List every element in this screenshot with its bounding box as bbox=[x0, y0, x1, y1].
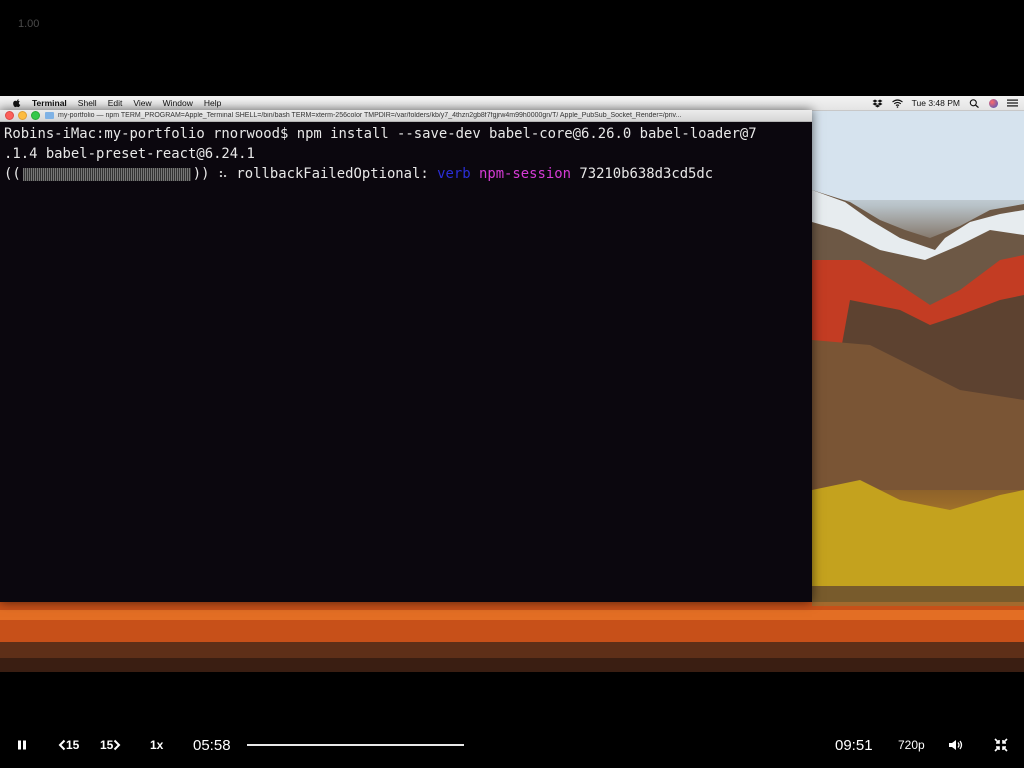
npm-session-id: 73210b638d3cd5dc bbox=[579, 166, 714, 182]
terminal-window[interactable]: my-portfolio — npm TERM_PROGRAM=Apple_Te… bbox=[0, 110, 812, 602]
npm-session-label: npm-session bbox=[478, 166, 571, 182]
npm-log-verb: verb bbox=[437, 166, 471, 182]
macos-menubar: Terminal Shell Edit View Window Help Tue… bbox=[0, 96, 1024, 111]
duration: 09:51 bbox=[835, 736, 873, 754]
terminal-line-command-wrap: .1.4 babel-preset-react@6.24.1 bbox=[4, 146, 255, 162]
exit-fullscreen-button[interactable] bbox=[994, 728, 1008, 762]
close-window-button[interactable] bbox=[5, 111, 14, 120]
player-controls: 15 15 1x 05:58 09:51 720p bbox=[0, 728, 1024, 762]
terminal-titlebar[interactable]: my-portfolio — npm TERM_PROGRAM=Apple_Te… bbox=[0, 110, 812, 122]
pause-icon bbox=[18, 740, 26, 750]
progress-open: (( bbox=[4, 166, 21, 182]
menu-window[interactable]: Window bbox=[163, 98, 193, 108]
menu-view[interactable]: View bbox=[133, 98, 151, 108]
npm-progress-bar bbox=[22, 167, 191, 181]
spotlight-search-icon[interactable] bbox=[969, 98, 980, 108]
terminal-output[interactable]: Robins-iMac:my-portfolio rnorwood$ npm i… bbox=[0, 122, 812, 184]
wifi-icon[interactable] bbox=[891, 98, 903, 108]
progress-close: )) bbox=[192, 166, 210, 182]
npm-stage: rollbackFailedOptional: bbox=[236, 166, 429, 182]
menu-shell[interactable]: Shell bbox=[78, 98, 97, 108]
menu-terminal[interactable]: Terminal bbox=[32, 98, 67, 108]
current-time: 05:58 bbox=[193, 736, 231, 754]
forward-15-button[interactable]: 15 bbox=[100, 728, 121, 762]
chevron-left-icon bbox=[58, 739, 66, 751]
terminal-title: my-portfolio — npm TERM_PROGRAM=Apple_Te… bbox=[58, 112, 682, 119]
apple-menu-icon[interactable] bbox=[12, 98, 22, 108]
folder-icon bbox=[45, 112, 54, 119]
volume-button[interactable] bbox=[948, 728, 964, 762]
pause-button[interactable] bbox=[16, 728, 28, 762]
volume-icon bbox=[949, 740, 963, 750]
npm-spinner: ⠦ bbox=[217, 166, 229, 182]
seek-bar[interactable] bbox=[247, 744, 464, 746]
video-frame[interactable]: Terminal Shell Edit View Window Help Tue… bbox=[0, 96, 1024, 672]
video-player: 1.00 Terminal Shell Edit View Window Hel… bbox=[0, 0, 1024, 768]
notification-center-icon[interactable] bbox=[1007, 99, 1018, 107]
seek-bar-progress bbox=[247, 744, 464, 746]
playback-speed-label: 1x bbox=[150, 738, 164, 752]
rewind-seconds-label: 15 bbox=[66, 738, 80, 752]
forward-seconds-label: 15 bbox=[100, 738, 114, 752]
user-avatar-icon[interactable] bbox=[989, 98, 998, 108]
quality-button[interactable]: 720p bbox=[898, 728, 925, 762]
menu-help[interactable]: Help bbox=[204, 98, 221, 108]
quality-label: 720p bbox=[898, 738, 925, 752]
menubar-clock[interactable]: Tue 3:48 PM bbox=[912, 98, 960, 108]
rewind-15-button[interactable]: 15 bbox=[58, 728, 79, 762]
terminal-line-progress: (()) ⠦ rollbackFailedOptional: verb npm-… bbox=[4, 164, 808, 184]
dropbox-icon[interactable] bbox=[872, 99, 883, 108]
zoom-window-button[interactable] bbox=[31, 111, 40, 120]
minimize-window-button[interactable] bbox=[18, 111, 27, 120]
exit-fullscreen-icon bbox=[994, 738, 1008, 752]
chevron-right-icon bbox=[114, 739, 121, 751]
menu-edit[interactable]: Edit bbox=[108, 98, 123, 108]
zoom-level-indicator: 1.00 bbox=[18, 18, 40, 30]
playback-speed-button[interactable]: 1x bbox=[150, 728, 163, 762]
terminal-line-command: Robins-iMac:my-portfolio rnorwood$ npm i… bbox=[4, 126, 757, 142]
